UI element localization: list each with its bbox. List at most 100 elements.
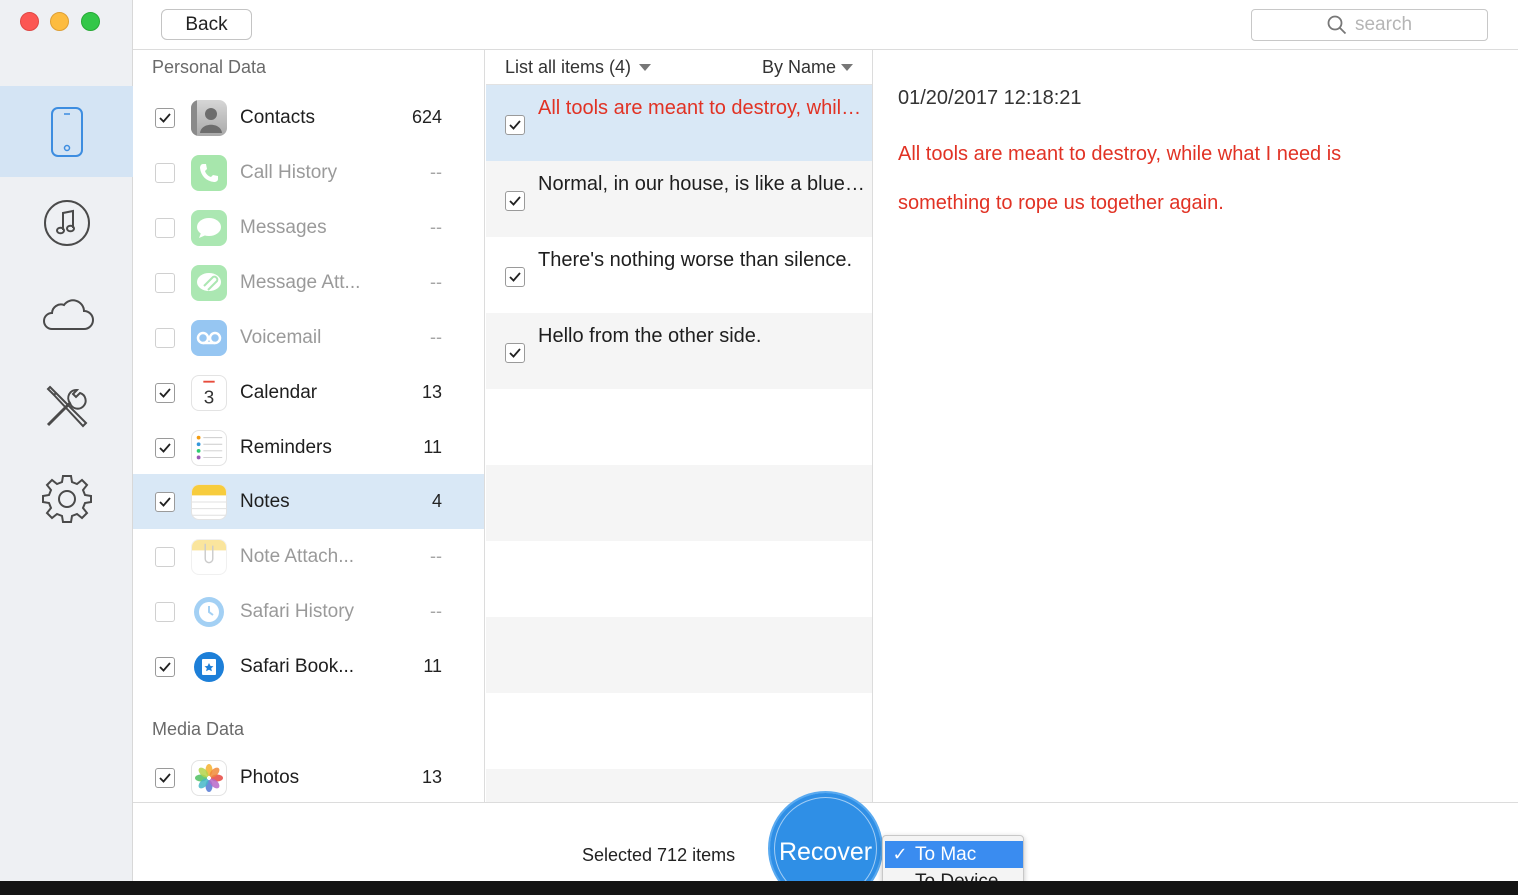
category-count: 11 <box>423 437 442 457</box>
category-call-history[interactable]: Call History -- <box>133 145 484 200</box>
category-label: Voicemail <box>240 326 322 348</box>
note-body: All tools are meant to destroy, while wh… <box>898 143 1342 214</box>
close-window-button[interactable] <box>20 12 39 31</box>
empty-row <box>486 693 872 769</box>
contacts-icon <box>191 99 227 136</box>
reminders-icon <box>191 429 227 466</box>
note-title: Hello from the other side. <box>538 325 762 347</box>
note-title: There's nothing worse than silence. <box>538 249 852 271</box>
checkbox[interactable] <box>155 491 175 512</box>
cloud-icon <box>42 298 94 330</box>
notes-icon <box>191 483 227 520</box>
note-row[interactable]: Normal, in our house, is like a blue moo… <box>486 161 872 237</box>
note-detail-panel: 01/20/2017 12:18:21 All tools are meant … <box>874 50 1518 802</box>
category-count: -- <box>430 162 442 182</box>
checkbox[interactable] <box>155 162 175 183</box>
category-count: 4 <box>431 491 442 511</box>
rail-music[interactable] <box>0 177 133 268</box>
zoom-window-button[interactable] <box>81 12 100 31</box>
sort-dropdown[interactable]: By Name <box>762 57 853 78</box>
checkbox[interactable] <box>505 343 525 363</box>
rail-device[interactable] <box>0 86 133 177</box>
screen-bottom-edge <box>0 881 1518 895</box>
category-label: Photos <box>240 766 300 788</box>
checkbox[interactable] <box>155 327 175 348</box>
safari-history-icon <box>191 594 227 630</box>
sidebar-rail <box>0 0 133 881</box>
list-header: List all items (4) By Name <box>486 50 872 85</box>
category-voicemail[interactable]: Voicemail -- <box>133 310 484 365</box>
category-label: Safari Book... <box>240 655 355 677</box>
list-filter-label: List all items (4) <box>505 57 632 77</box>
recover-button[interactable]: Recover <box>768 791 883 895</box>
category-contacts[interactable]: Contacts 624 <box>133 90 484 145</box>
category-reminders[interactable]: Reminders 11 <box>133 420 484 475</box>
note-row[interactable]: There's nothing worse than silence. <box>486 237 872 313</box>
empty-row <box>486 617 872 693</box>
rail-tools[interactable] <box>0 360 133 451</box>
category-count: 624 <box>411 107 442 127</box>
category-calendar[interactable]: 3 Calendar 13 <box>133 365 484 420</box>
phone-icon <box>191 154 227 191</box>
empty-row <box>486 389 872 465</box>
settings-icon <box>41 474 92 523</box>
messages-icon <box>191 209 227 246</box>
media-data-header: Media Data <box>152 719 245 739</box>
note-row[interactable]: All tools are meant to destroy, while wh… <box>486 85 872 161</box>
chevron-down-icon <box>639 64 652 71</box>
notes-list-panel: List all items (4) By Name All tools are… <box>486 50 873 802</box>
checkbox[interactable] <box>155 107 175 128</box>
list-filter-dropdown[interactable]: List all items (4) <box>505 57 652 78</box>
category-count: -- <box>430 546 442 566</box>
category-label: Calendar <box>240 381 318 403</box>
category-label: Call History <box>240 161 338 183</box>
checkbox[interactable] <box>155 546 175 567</box>
calendar-icon: 3 <box>191 374 227 411</box>
personal-data-header: Personal Data <box>152 57 267 77</box>
rail-cloud[interactable] <box>0 269 133 360</box>
checkbox[interactable] <box>155 217 175 238</box>
category-count: -- <box>430 272 442 292</box>
photos-icon <box>191 759 227 796</box>
checkbox[interactable] <box>155 656 175 677</box>
category-note-attachments[interactable]: Note Attach... -- <box>133 529 484 584</box>
top-bar: Back search <box>133 0 1518 50</box>
category-label: Note Attach... <box>240 545 355 567</box>
back-button[interactable]: Back <box>161 9 252 40</box>
option-label: To Mac <box>915 843 977 865</box>
note-row[interactable]: Hello from the other side. <box>486 313 872 389</box>
category-label: Messages <box>240 216 327 238</box>
category-label: Message Att... <box>240 271 361 293</box>
category-message-attachments[interactable]: Message Att... -- <box>133 255 484 310</box>
rail-settings[interactable] <box>0 452 133 543</box>
search-field[interactable]: search <box>1251 9 1488 41</box>
sort-label: By Name <box>761 57 836 77</box>
category-safari-history[interactable]: Safari History -- <box>133 584 484 639</box>
category-safari-bookmarks[interactable]: Safari Book... 11 <box>133 639 484 694</box>
note-date: 01/20/2017 12:18:21 <box>898 87 1082 109</box>
selected-count: Selected 712 items <box>582 845 736 865</box>
category-messages[interactable]: Messages -- <box>133 200 484 255</box>
checkbox[interactable] <box>155 272 175 293</box>
checkbox[interactable] <box>155 601 175 622</box>
empty-row <box>486 541 872 617</box>
category-count: -- <box>430 217 442 237</box>
checkbox[interactable] <box>505 115 525 135</box>
attachment-icon <box>191 264 227 301</box>
category-notes[interactable]: Notes 4 <box>133 474 484 529</box>
option-to-mac[interactable]: ✓ To Mac <box>885 841 1023 868</box>
minimize-window-button[interactable] <box>50 12 69 31</box>
category-photos[interactable]: Photos 13 <box>133 750 484 802</box>
music-icon <box>43 199 90 246</box>
chevron-down-icon <box>841 64 853 71</box>
category-label: Notes <box>240 490 290 512</box>
category-label: Reminders <box>240 436 332 458</box>
checkbox[interactable] <box>505 267 525 287</box>
checkbox[interactable] <box>155 382 175 403</box>
checkbox[interactable] <box>155 767 175 788</box>
checkbox[interactable] <box>505 191 525 211</box>
empty-row <box>486 465 872 541</box>
checkbox[interactable] <box>155 437 175 458</box>
category-label: Safari History <box>240 600 355 622</box>
search-placeholder: search <box>1354 14 1413 35</box>
